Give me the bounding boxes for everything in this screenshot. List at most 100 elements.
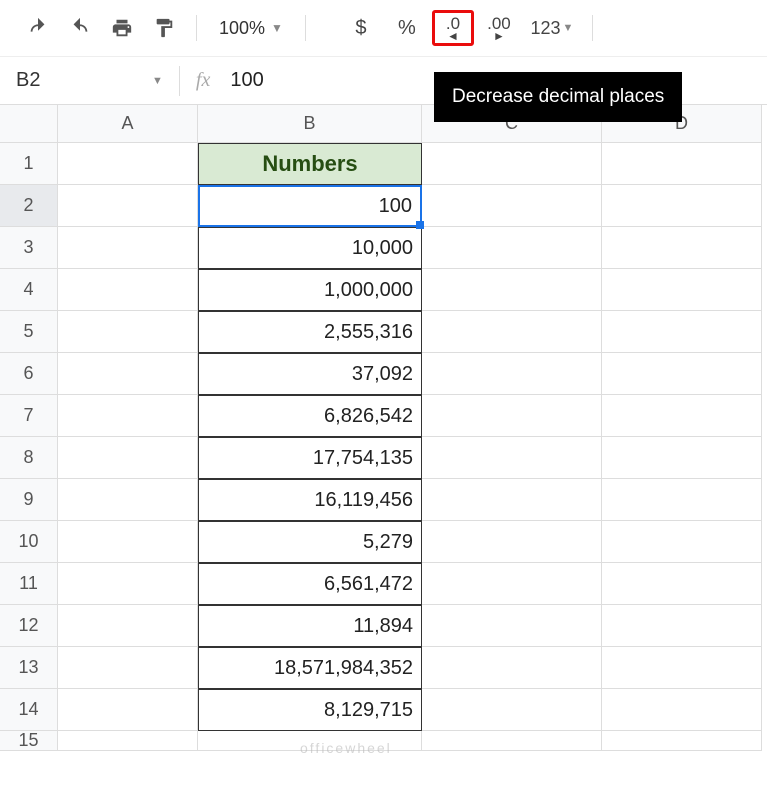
cell-A4[interactable] [58,269,198,311]
more-formats-label: 123 [530,18,560,39]
print-button[interactable] [104,10,140,46]
cell-C3[interactable] [422,227,602,269]
decrease-decimal-button[interactable]: .0 ◄ [432,10,474,46]
select-all-box[interactable] [0,105,58,143]
increase-decimal-button[interactable]: .00 ► [478,10,520,46]
row-header-14[interactable]: 14 [0,689,58,731]
cell-B14[interactable]: 8,129,715 [198,689,422,731]
row-header-12[interactable]: 12 [0,605,58,647]
row-header-4[interactable]: 4 [0,269,58,311]
cell-B3[interactable]: 10,000 [198,227,422,269]
cell-D12[interactable] [602,605,762,647]
cell-D11[interactable] [602,563,762,605]
name-box[interactable]: B2 [12,69,122,92]
currency-format-button[interactable]: $ [340,10,382,46]
cell-B1[interactable]: Numbers [198,143,422,185]
watermark: officewheel [300,740,392,756]
row-header-7[interactable]: 7 [0,395,58,437]
cell-A1[interactable] [58,143,198,185]
cell-D2[interactable] [602,185,762,227]
cell-A9[interactable] [58,479,198,521]
cell-B8[interactable]: 17,754,135 [198,437,422,479]
row-6: 6 37,092 [0,353,762,395]
row-header-15[interactable]: 15 [0,731,58,751]
cell-A15[interactable] [58,731,198,751]
cell-D7[interactable] [602,395,762,437]
row-header-2[interactable]: 2 [0,185,58,227]
cell-D10[interactable] [602,521,762,563]
cell-D6[interactable] [602,353,762,395]
cell-A3[interactable] [58,227,198,269]
column-header-B[interactable]: B [198,105,422,143]
redo-button[interactable] [62,10,98,46]
cell-C4[interactable] [422,269,602,311]
cell-C8[interactable] [422,437,602,479]
cell-A7[interactable] [58,395,198,437]
percent-format-button[interactable]: % [386,10,428,46]
selection-handle[interactable] [416,221,424,229]
cell-B2[interactable]: 100 [198,185,422,227]
cell-A8[interactable] [58,437,198,479]
cell-C1[interactable] [422,143,602,185]
cell-C6[interactable] [422,353,602,395]
cell-D15[interactable] [602,731,762,751]
cell-D3[interactable] [602,227,762,269]
format-group: $ % .0 ◄ .00 ► 123 ▼ [340,10,601,46]
cell-D5[interactable] [602,311,762,353]
cell-A12[interactable] [58,605,198,647]
cell-A5[interactable] [58,311,198,353]
cell-B12[interactable]: 11,894 [198,605,422,647]
cell-B7[interactable]: 6,826,542 [198,395,422,437]
cell-B9[interactable]: 16,119,456 [198,479,422,521]
cell-D1[interactable] [602,143,762,185]
separator [592,15,593,41]
name-box-arrow-icon[interactable]: ▼ [152,75,163,87]
increase-decimal-icon: .00 ► [487,15,511,42]
row-header-9[interactable]: 9 [0,479,58,521]
row-header-8[interactable]: 8 [0,437,58,479]
cell-C5[interactable] [422,311,602,353]
cell-C7[interactable] [422,395,602,437]
zoom-select[interactable]: 100% ▼ [211,10,291,46]
cell-C11[interactable] [422,563,602,605]
paint-format-button[interactable] [146,10,182,46]
cell-C14[interactable] [422,689,602,731]
cell-A6[interactable] [58,353,198,395]
cell-B5[interactable]: 2,555,316 [198,311,422,353]
row-header-5[interactable]: 5 [0,311,58,353]
cell-A13[interactable] [58,647,198,689]
cell-C10[interactable] [422,521,602,563]
row-13: 13 18,571,984,352 [0,647,762,689]
cell-D8[interactable] [602,437,762,479]
cell-D9[interactable] [602,479,762,521]
cell-D13[interactable] [602,647,762,689]
column-header-A[interactable]: A [58,105,198,143]
cell-D14[interactable] [602,689,762,731]
cell-C12[interactable] [422,605,602,647]
row-12: 12 11,894 [0,605,762,647]
cell-B11[interactable]: 6,561,472 [198,563,422,605]
row-header-13[interactable]: 13 [0,647,58,689]
cell-C15[interactable] [422,731,602,751]
cell-A2[interactable] [58,185,198,227]
more-formats-button[interactable]: 123 ▼ [524,10,580,46]
cell-B4[interactable]: 1,000,000 [198,269,422,311]
row-header-11[interactable]: 11 [0,563,58,605]
row-header-3[interactable]: 3 [0,227,58,269]
cell-A14[interactable] [58,689,198,731]
cell-B6[interactable]: 37,092 [198,353,422,395]
undo-button[interactable] [20,10,56,46]
cell-B10[interactable]: 5,279 [198,521,422,563]
cell-C9[interactable] [422,479,602,521]
cell-D4[interactable] [602,269,762,311]
cell-B13[interactable]: 18,571,984,352 [198,647,422,689]
tooltip-decrease-decimal: Decrease decimal places [434,72,682,122]
cell-C13[interactable] [422,647,602,689]
cell-C2[interactable] [422,185,602,227]
row-9: 9 16,119,456 [0,479,762,521]
cell-A10[interactable] [58,521,198,563]
cell-A11[interactable] [58,563,198,605]
row-header-1[interactable]: 1 [0,143,58,185]
row-header-6[interactable]: 6 [0,353,58,395]
row-header-10[interactable]: 10 [0,521,58,563]
